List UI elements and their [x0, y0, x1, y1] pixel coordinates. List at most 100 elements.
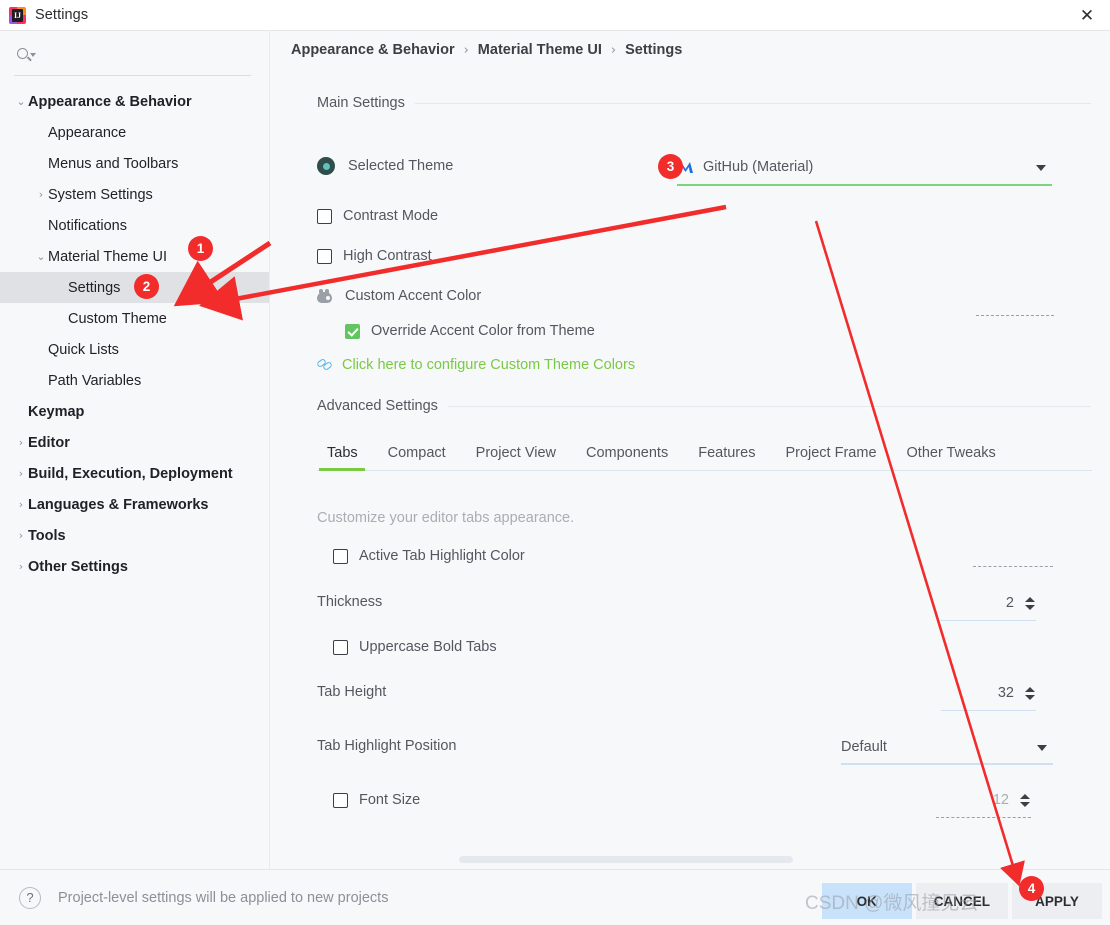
active-tab-highlight-color-field[interactable]: [973, 566, 1053, 567]
search-input[interactable]: [36, 47, 251, 64]
tab-other-tweaks[interactable]: Other Tweaks: [892, 445, 1011, 470]
sidebar-item-appearance[interactable]: ›Appearance: [0, 117, 269, 148]
sidebar-item-system-settings[interactable]: › System Settings: [0, 179, 269, 210]
sidebar-item-keymap[interactable]: ›Keymap: [0, 396, 269, 427]
apply-button[interactable]: APPLY: [1012, 883, 1102, 919]
sidebar-item-path-variables[interactable]: ›Path Variables: [0, 365, 269, 396]
tab-height-label: Tab Height: [317, 684, 387, 700]
sidebar-item-notifications[interactable]: ›Notifications: [0, 210, 269, 241]
tab-components[interactable]: Components: [571, 445, 683, 470]
active-tab-highlight-color-checkbox[interactable]: [333, 548, 348, 564]
sidebar-item-label: Other Settings: [28, 558, 128, 575]
contrast-mode-checkbox[interactable]: [317, 208, 332, 224]
font-size-label: Font Size: [359, 792, 421, 808]
sidebar-item-menus-and-toolbars[interactable]: ›Menus and Toolbars: [0, 148, 269, 179]
stepper-arrows-icon[interactable]: [1023, 686, 1036, 700]
breadcrumb-separator-icon: ›: [463, 42, 469, 58]
custom-accent-color-label: Custom Accent Color: [345, 288, 482, 304]
chevron-right-icon[interactable]: ›: [34, 188, 48, 202]
sidebar-item-languages-frameworks[interactable]: › Languages & Frameworks: [0, 489, 269, 520]
dialog-footer: ? Project-level settings will be applied…: [0, 869, 1110, 925]
sidebar-item-label: Tools: [28, 527, 66, 544]
high-contrast-checkbox[interactable]: [317, 248, 332, 264]
close-icon[interactable]: ✕: [1064, 0, 1110, 31]
search-icon: [16, 46, 36, 66]
stepper-arrows-icon[interactable]: [1018, 793, 1031, 807]
sidebar-item-label: Appearance: [48, 124, 127, 141]
settings-sidebar: ⌄Appearance & Behavior›Appearance›Menus …: [0, 31, 270, 869]
help-icon[interactable]: ?: [19, 886, 41, 909]
sidebar-item-other-settings[interactable]: › Other Settings: [0, 551, 269, 582]
settings-content: Appearance & Behavior › Material Theme U…: [271, 31, 1110, 869]
breadcrumb-item-0[interactable]: Appearance & Behavior: [291, 42, 455, 58]
palette-icon: [317, 289, 334, 303]
chevron-down-icon[interactable]: ⌄: [14, 95, 28, 109]
main-settings-header: Main Settings: [317, 95, 1091, 111]
tab-compact[interactable]: Compact: [373, 445, 461, 470]
chevron-down-icon: [1037, 745, 1047, 751]
chevron-down-icon[interactable]: ⌄: [34, 250, 48, 264]
sidebar-item-label: Quick Lists: [48, 341, 119, 358]
sidebar-item-quick-lists[interactable]: ›Quick Lists: [0, 334, 269, 365]
sidebar-item-build-execution-deployment[interactable]: › Build, Execution, Deployment: [0, 458, 269, 489]
tab-height-value: 32: [997, 685, 1014, 701]
tab-highlight-position-dropdown[interactable]: Default: [841, 735, 1053, 765]
chevron-right-icon[interactable]: ›: [14, 498, 28, 512]
settings-tree: ⌄Appearance & Behavior›Appearance›Menus …: [0, 86, 269, 582]
field-underline: [936, 817, 1031, 818]
uppercase-bold-tabs-label: Uppercase Bold Tabs: [359, 639, 497, 655]
settings-tabbar: Tabs Compact Project View Components Feature…: [317, 435, 1092, 471]
window-titlebar: IJ Settings ✕: [0, 0, 1110, 31]
uppercase-bold-tabs-checkbox[interactable]: [333, 639, 348, 655]
intellij-idea-icon: IJ: [9, 6, 26, 24]
field-underline: [841, 763, 1053, 765]
tab-features[interactable]: Features: [683, 445, 770, 470]
sidebar-item-label: Material Theme UI: [48, 248, 167, 265]
stepper-arrows-icon[interactable]: [1023, 596, 1036, 610]
custom-theme-colors-link-label: Click here to configure Custom Theme Col…: [342, 357, 636, 373]
chevron-right-icon[interactable]: ›: [14, 529, 28, 543]
tab-project-frame[interactable]: Project Frame: [770, 445, 891, 470]
breadcrumb-item-2[interactable]: Settings: [625, 42, 682, 58]
ok-button[interactable]: OK: [821, 883, 912, 919]
horizontal-scrollbar[interactable]: [459, 856, 793, 863]
tab-project-view[interactable]: Project View: [461, 445, 571, 470]
sidebar-item-tools[interactable]: › Tools: [0, 520, 269, 551]
chevron-right-icon[interactable]: ›: [14, 560, 28, 574]
advanced-settings-header-label: Advanced Settings: [317, 398, 438, 414]
sidebar-item-label: Path Variables: [48, 372, 142, 389]
thickness-spinner[interactable]: 2: [941, 591, 1036, 621]
chevron-right-icon[interactable]: ›: [14, 467, 28, 481]
tab-height-spinner[interactable]: 32: [941, 681, 1036, 711]
tab-hint: Customize your editor tabs appearance.: [317, 510, 575, 526]
font-size-checkbox[interactable]: [333, 792, 348, 808]
sidebar-item-label: Keymap: [28, 403, 85, 420]
settings-dialog: IJ Settings ✕ ⌄Appearance & Behavior›App…: [0, 0, 1110, 925]
sidebar-item-label: Appearance & Behavior: [28, 93, 192, 110]
active-tab-highlight-color-label: Active Tab Highlight Color: [359, 548, 525, 564]
sidebar-item-custom-theme[interactable]: ›Custom Theme: [0, 303, 269, 334]
advanced-settings-header: Advanced Settings: [317, 398, 1091, 414]
uppercase-bold-tabs-row[interactable]: Uppercase Bold Tabs: [333, 632, 1108, 662]
breadcrumb-separator-icon: ›: [610, 42, 617, 58]
chevron-right-icon[interactable]: ›: [14, 436, 28, 450]
selected-theme-value: GitHub (Material): [703, 159, 814, 175]
footer-buttons: OK CANCEL APPLY: [821, 883, 1102, 919]
high-contrast-row[interactable]: High Contrast: [317, 241, 1092, 271]
breadcrumb-item-1[interactable]: Material Theme UI: [478, 42, 602, 58]
sidebar-item-settings[interactable]: ›Settings: [0, 272, 269, 303]
cancel-button[interactable]: CANCEL: [915, 883, 1008, 919]
main-settings-header-label: Main Settings: [317, 95, 405, 111]
sidebar-item-editor[interactable]: › Editor: [0, 427, 269, 458]
sidebar-item-material-theme-ui[interactable]: ⌄ Material Theme UI: [0, 241, 269, 272]
tab-highlight-position-label: Tab Highlight Position: [317, 738, 457, 754]
tab-tabs[interactable]: Tabs: [317, 445, 373, 471]
selected-theme-dropdown[interactable]: GitHub (Material): [677, 154, 1052, 186]
font-size-spinner[interactable]: 12: [936, 788, 1031, 818]
material-theme-logo-icon: [677, 160, 694, 174]
custom-theme-colors-link[interactable]: Click here to configure Custom Theme Col…: [316, 352, 636, 378]
contrast-mode-row[interactable]: Contrast Mode: [317, 201, 1092, 231]
sidebar-item-appearance-behavior[interactable]: ⌄ Appearance & Behavior: [0, 86, 269, 117]
override-accent-row[interactable]: Override Accent Color from Theme: [345, 316, 1110, 346]
override-accent-checkbox[interactable]: [345, 323, 360, 339]
